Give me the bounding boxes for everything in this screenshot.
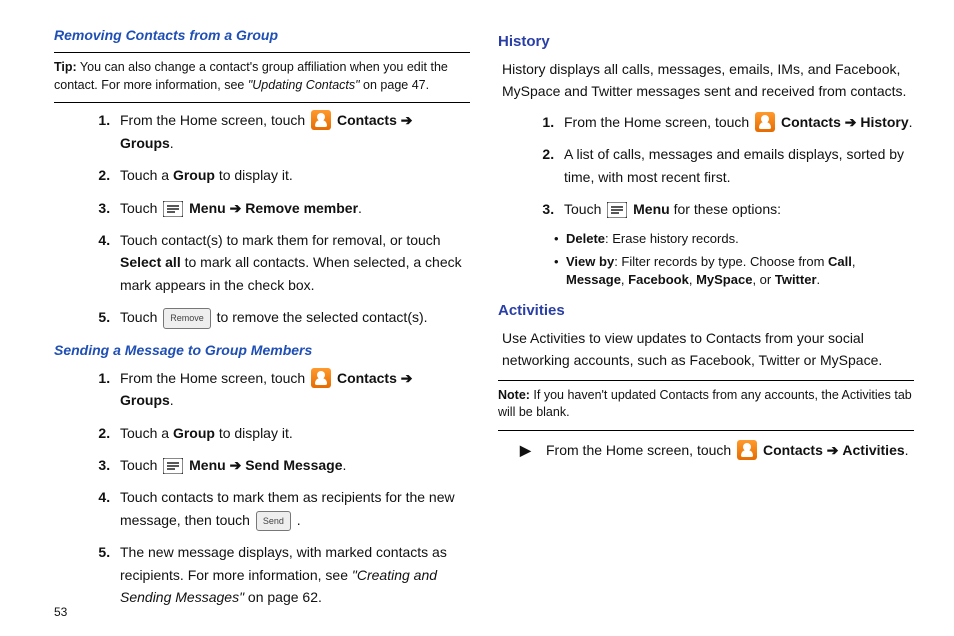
right-column: History History displays all calls, mess… [498,24,914,618]
step-text: From the Home screen, touch [120,370,309,386]
option-view-by: View by: Filter records by type. Choose … [554,253,914,289]
step-bold: Select all [120,254,181,270]
note-block: Note: If you haven't updated Contacts fr… [498,387,914,422]
section-heading-activities: Activities [498,299,914,323]
step-text: Touch [120,457,161,473]
step-text: From the Home screen, touch [120,112,309,128]
step-bold: Menu [189,200,229,216]
arrow-icon: ➔ [401,370,413,386]
step-bold: Activities [842,442,904,458]
tip-reference: "Updating Contacts" [248,78,360,92]
option-value: Call [828,254,852,269]
option-value: MySpace [696,272,752,287]
step-text: to display it. [215,425,293,441]
left-column: Removing Contacts from a Group Tip: You … [54,24,470,618]
divider [54,102,470,103]
step-3: Touch Menu ➔ Remove member. [114,197,470,219]
activities-description: Use Activities to view updates to Contac… [502,327,910,372]
history-options: Delete: Erase history records. View by: … [498,230,914,289]
step-text: From the Home screen, touch [546,442,735,458]
menu-icon [163,458,183,474]
step-4: Touch contact(s) to mark them for remova… [114,229,470,296]
option-desc: : Filter records by type. Choose from [614,254,828,269]
steps-sending: From the Home screen, touch Contacts ➔ G… [54,367,470,609]
option-value: Message [566,272,621,287]
step-text: on page 62. [244,589,322,605]
option-delete: Delete: Erase history records. [554,230,914,248]
step-bold: Remove member [245,200,358,216]
step-1: From the Home screen, touch Contacts ➔ G… [114,367,470,412]
menu-icon [163,201,183,217]
play-arrow-icon: ▶ [520,439,531,461]
step-1: From the Home screen, touch Contacts ➔ H… [558,111,914,133]
step-text: Touch [564,201,605,217]
step-text: to remove the selected contact(s). [217,309,428,325]
step-bold: Group [173,167,215,183]
tip-label: Tip: [54,60,77,74]
subsection-heading-removing: Removing Contacts from a Group [54,24,470,46]
step-text: for these options: [674,201,781,217]
option-name: View by [566,254,614,269]
arrow-icon: ➔ [230,457,242,473]
arrow-icon: ➔ [827,442,839,458]
note-text: If you haven't updated Contacts from any… [498,388,912,420]
contacts-icon [737,440,757,460]
step-bold: Contacts [781,114,845,130]
step-bold: Menu [189,457,229,473]
option-name: Delete [566,231,605,246]
arrow-icon: ➔ [845,114,857,130]
step-bold: Groups [120,392,170,408]
arrow-icon: ➔ [230,200,242,216]
tip-block: Tip: You can also change a contact's gro… [54,59,470,94]
step-1: From the Home screen, touch Contacts ➔ G… [114,109,470,154]
arrow-step: ▶ From the Home screen, touch Contacts ➔… [520,439,914,461]
section-heading-history: History [498,30,914,54]
option-desc: : Erase history records. [605,231,739,246]
step-bold: History [860,114,908,130]
step-2: Touch a Group to display it. [114,164,470,186]
menu-icon [607,202,627,218]
step-4: Touch contacts to mark them as recipient… [114,486,470,531]
step-bold: Send Message [245,457,342,473]
step-3: Touch Menu ➔ Send Message. [114,454,470,476]
subsection-heading-sending: Sending a Message to Group Members [54,339,470,361]
step-text: A list of calls, messages and emails dis… [564,146,904,184]
step-text: to display it. [215,167,293,183]
page-number: 53 [54,603,67,622]
step-text: Touch a [120,167,173,183]
send-button-pill: Send [256,511,291,531]
step-text: From the Home screen, touch [564,114,753,130]
contacts-icon [311,110,331,130]
step-text: Touch [120,200,161,216]
step-bold: Contacts [337,112,401,128]
steps-history: From the Home screen, touch Contacts ➔ H… [498,111,914,221]
step-5: The new message displays, with marked co… [114,541,470,608]
note-label: Note: [498,388,530,402]
manual-page: Removing Contacts from a Group Tip: You … [0,0,954,628]
step-text: Touch a [120,425,173,441]
option-value: Facebook [628,272,689,287]
divider [498,430,914,431]
step-bold: Groups [120,135,170,151]
step-2: Touch a Group to display it. [114,422,470,444]
option-value: Twitter [775,272,817,287]
divider [54,52,470,53]
arrow-icon: ➔ [401,112,413,128]
history-description: History displays all calls, messages, em… [502,58,910,103]
contacts-icon [755,112,775,132]
remove-button-pill: Remove [163,308,211,328]
contacts-icon [311,368,331,388]
step-3: Touch Menu for these options: [558,198,914,220]
step-text: Touch [120,309,161,325]
step-text: Touch contact(s) to mark them for remova… [120,232,441,248]
step-bold: Menu [633,201,673,217]
step-bold: Contacts [763,442,827,458]
step-2: A list of calls, messages and emails dis… [558,143,914,188]
step-5: Touch Remove to remove the selected cont… [114,306,470,328]
steps-removing: From the Home screen, touch Contacts ➔ G… [54,109,470,328]
divider [498,380,914,381]
tip-text-2: on page 47. [360,78,430,92]
step-bold: Group [173,425,215,441]
step-bold: Contacts [337,370,401,386]
